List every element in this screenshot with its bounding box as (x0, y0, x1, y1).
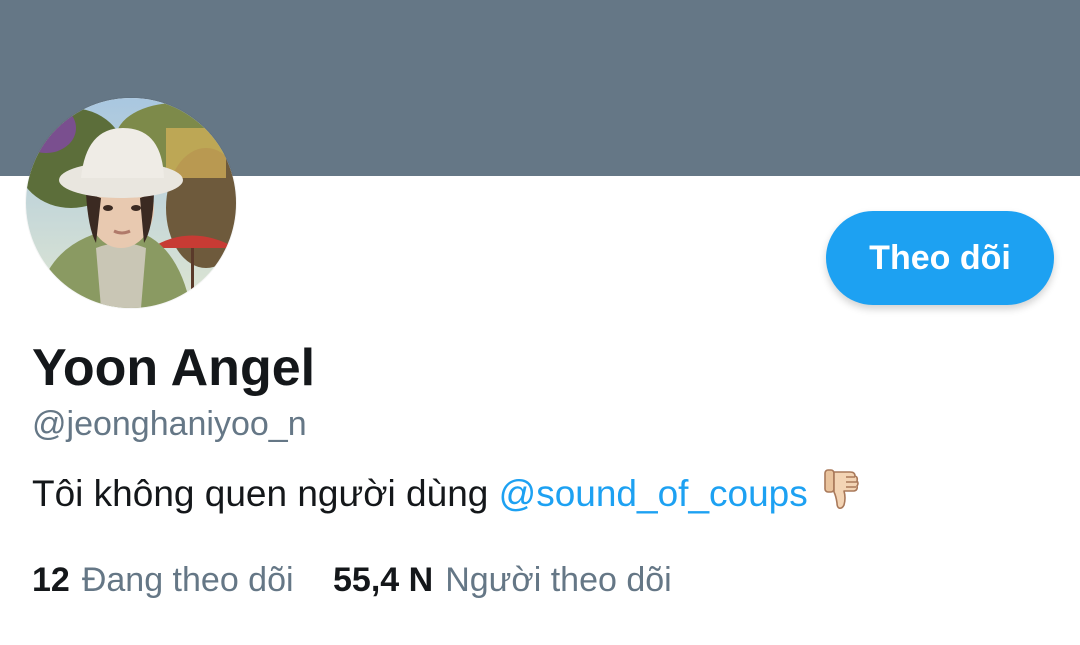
follow-button[interactable]: Theo dõi (826, 211, 1054, 305)
profile-page: Theo dõi Yoon Angel @jeonghaniyoo_n Tôi … (0, 0, 1080, 645)
following-label: Đang theo dõi (81, 561, 294, 599)
thumbs-down-icon (822, 468, 860, 523)
followers-stat[interactable]: 55,4 N Người theo dõi (333, 558, 672, 602)
following-count: 12 (32, 561, 70, 599)
avatar[interactable] (26, 98, 236, 308)
bio: Tôi không quen người dùng @sound_of_coup… (32, 468, 860, 523)
followers-count: 55,4 N (333, 561, 434, 599)
avatar-photo (26, 98, 236, 308)
follow-stats: 12 Đang theo dõi 55,4 N Người theo dõi (32, 558, 672, 602)
username-handle: @jeonghaniyoo_n (32, 405, 307, 443)
bio-text: Tôi không quen người dùng (32, 473, 499, 514)
display-name: Yoon Angel (32, 339, 316, 397)
followers-label: Người theo dõi (445, 561, 672, 599)
bio-mention-link[interactable]: @sound_of_coups (499, 473, 808, 514)
following-stat[interactable]: 12 Đang theo dõi (32, 558, 294, 602)
